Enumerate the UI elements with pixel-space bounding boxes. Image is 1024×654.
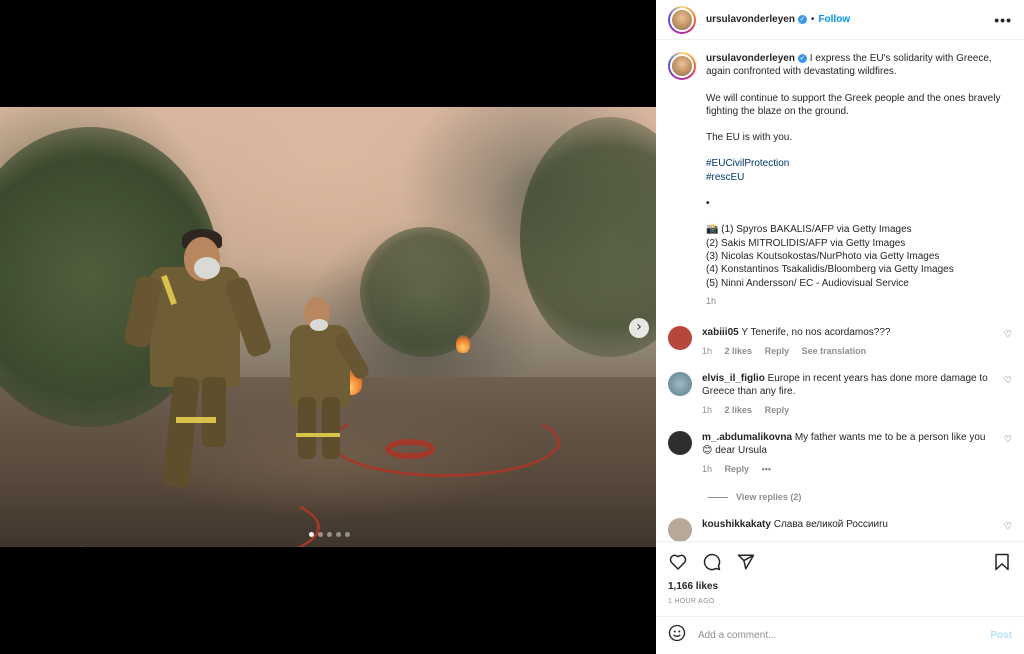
carousel-dot [345,532,350,537]
caption-time[interactable]: 1h [706,296,716,306]
comment-likes[interactable]: 2 likes [725,346,753,356]
caption-username[interactable]: ursulavonderleyen [706,53,795,64]
comment-item: koushikkakaty Слава великой Россииru ♡ [668,518,1012,541]
comment-time[interactable]: 1h [702,405,712,415]
post-panel: ursulavonderleyen ✓ • Follow ••• ursulav… [656,0,1024,654]
comment-text: Y Tenerife, no nos acordamos??? [741,327,891,339]
caption-line-2: We will continue to support the Greek pe… [706,92,1001,117]
comment-options-icon[interactable]: ••• [762,464,771,474]
caption-credit: (3) Nicolas Koutsokostas/NurPhoto via Ge… [706,250,940,262]
photo-hose [330,407,560,477]
comment-text: Слава великой Россииru [773,519,888,531]
media-area: › [0,0,656,654]
caption-line-3: The EU is with you. [706,132,793,144]
photo-tree-center [360,227,490,357]
commenter-avatar[interactable] [668,431,692,456]
bookmark-icon[interactable] [992,552,1012,572]
caption-credit: (2) Sakis MITROLIDIS/AFP via Getty Image… [706,237,906,249]
carousel-dot [318,532,323,537]
comment-item: elvis_il_figlio Europe in recent years h… [668,372,1012,417]
post-header: ursulavonderleyen ✓ • Follow ••• [656,0,1024,40]
commenter-avatar[interactable] [668,518,692,541]
view-replies-button[interactable]: View replies (2) [708,492,1012,502]
post-viewer: › ursulavonderleyen ✓ • Follow ••• ursul… [0,0,1024,654]
action-bar [656,541,1024,581]
verified-icon: ✓ [797,15,807,24]
commenter-username[interactable]: elvis_il_figlio [702,373,765,384]
commenter-avatar[interactable] [668,372,692,397]
commenter-username[interactable]: xabiii05 [702,327,739,338]
caption-credit: (4) Konstantinos Tsakalidis/Bloomberg vi… [706,264,954,276]
follow-button[interactable]: Follow [818,14,850,25]
comment-input[interactable] [698,630,979,641]
heart-icon[interactable]: ♡ [1004,330,1012,340]
more-icon[interactable]: ••• [994,12,1012,28]
reply-button[interactable]: Reply [765,346,790,356]
heart-icon[interactable] [668,552,688,572]
verified-icon: ✓ [797,53,807,63]
caption-avatar[interactable] [668,52,696,80]
post-comment-button[interactable]: Post [990,630,1012,641]
caption-credit: 📸 (1) Spyros BAKALIS/AFP via Getty Image… [706,224,912,236]
comment-item: m_.abdumalikovna My father wants me to b… [668,431,1012,476]
comment-item: xabiii05 Y Tenerife, no nos acordamos???… [668,326,1012,358]
caption: ursulavonderleyen ✓ I express the EU's so… [668,52,1012,308]
reply-button[interactable]: Reply [765,405,790,415]
commenter-avatar[interactable] [668,326,692,351]
caption-bullet: • [706,198,710,210]
carousel-dot [327,532,332,537]
see-translation-link[interactable]: See translation [802,346,867,356]
view-replies-label: View replies (2) [736,492,802,503]
carousel-dot [336,532,341,537]
photo-flame-small [456,335,470,353]
post-photo[interactable] [0,107,656,547]
heart-icon[interactable]: ♡ [1004,435,1012,445]
commenter-username[interactable]: m_.abdumalikovna [702,432,792,443]
photo-hose-coil [385,439,435,459]
heart-icon[interactable]: ♡ [1004,376,1012,386]
reply-button[interactable]: Reply [725,464,750,474]
carousel-dots [309,532,350,537]
author-avatar[interactable] [668,5,696,34]
comment-time[interactable]: 1h [702,346,712,356]
add-comment-bar: Post [656,616,1024,654]
comment-time[interactable]: 1h [702,464,712,474]
emoji-icon[interactable] [668,624,686,647]
comment-likes[interactable]: 2 likes [725,405,753,415]
commenter-username[interactable]: koushikkakaty [702,519,771,530]
chevron-right-icon: › [636,319,642,335]
hashtag-link[interactable]: #rescEU [706,171,1012,184]
separator-dot: • [810,14,815,25]
author-username[interactable]: ursulavonderleyen [706,14,795,25]
carousel-next-button[interactable]: › [629,318,649,338]
heart-icon[interactable]: ♡ [1004,522,1012,532]
share-icon[interactable] [736,552,756,572]
carousel-dot [309,532,314,537]
caption-credit: (5) Ninni Andersson/ EC - Audiovisual Se… [706,277,909,289]
comment-icon[interactable] [702,552,722,572]
post-timestamp: 1 HOUR AGO [668,598,715,605]
comments-list[interactable]: ursulavonderleyen ✓ I express the EU's so… [656,40,1024,541]
hashtag-link[interactable]: #EUCivilProtection [706,157,1012,170]
likes-count[interactable]: 1,166 likes [656,581,1024,595]
